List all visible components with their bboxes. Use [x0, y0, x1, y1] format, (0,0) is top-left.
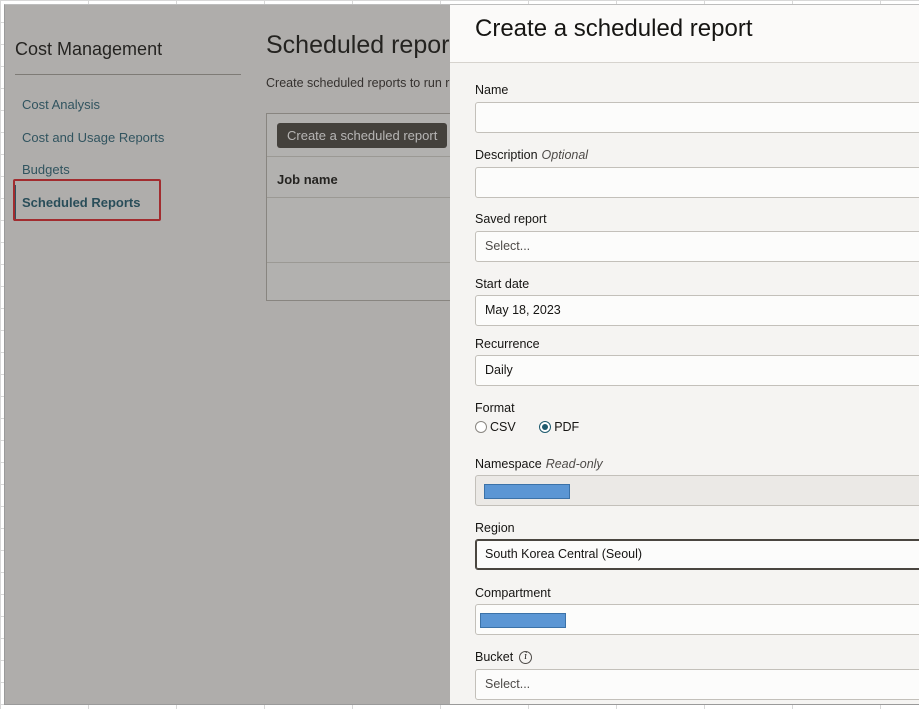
- namespace-input: [475, 475, 919, 506]
- drawer-title: Create a scheduled report: [475, 15, 753, 42]
- pdf-radio[interactable]: [539, 420, 552, 433]
- namespace-label-text: Namespace: [475, 457, 542, 471]
- bucket-label: Bucket i: [475, 650, 533, 665]
- read-only-hint: Read-only: [545, 457, 603, 471]
- compartment-select[interactable]: [475, 604, 919, 635]
- csv-radio[interactable]: [475, 420, 487, 433]
- description-label-text: Description: [475, 148, 538, 162]
- csv-radio-label[interactable]: CSV: [490, 420, 516, 434]
- region-label: Region: [475, 521, 515, 535]
- description-label: Description Optional: [475, 148, 588, 162]
- format-radio-group: CSV PDF: [475, 419, 599, 434]
- pdf-radio-label[interactable]: PDF: [554, 420, 579, 434]
- format-label: Format: [475, 401, 515, 415]
- name-input[interactable]: [475, 102, 919, 133]
- redacted-value: [480, 613, 566, 628]
- optional-hint: Optional: [541, 148, 589, 162]
- compartment-label: Compartment: [475, 586, 551, 600]
- bucket-label-text: Bucket: [475, 650, 514, 664]
- start-date-input[interactable]: May 18, 2023: [475, 295, 919, 326]
- drawer-header: Create a scheduled report: [450, 5, 919, 63]
- recurrence-select[interactable]: Daily: [475, 355, 919, 386]
- namespace-label: Namespace Read-only: [475, 457, 603, 471]
- create-report-drawer: Create a scheduled report Name Descripti…: [450, 5, 919, 704]
- name-label: Name: [475, 83, 509, 97]
- recurrence-label: Recurrence: [475, 337, 540, 351]
- redacted-value: [484, 484, 570, 499]
- info-icon[interactable]: i: [519, 651, 533, 665]
- bucket-select[interactable]: Select...: [475, 669, 919, 700]
- app-window: Cost Management Cost Analysis Cost and U…: [4, 4, 919, 705]
- saved-report-select[interactable]: Select...: [475, 231, 919, 262]
- start-date-label: Start date: [475, 277, 530, 291]
- description-input[interactable]: [475, 167, 919, 198]
- saved-report-label: Saved report: [475, 212, 547, 226]
- region-select[interactable]: South Korea Central (Seoul): [475, 539, 919, 570]
